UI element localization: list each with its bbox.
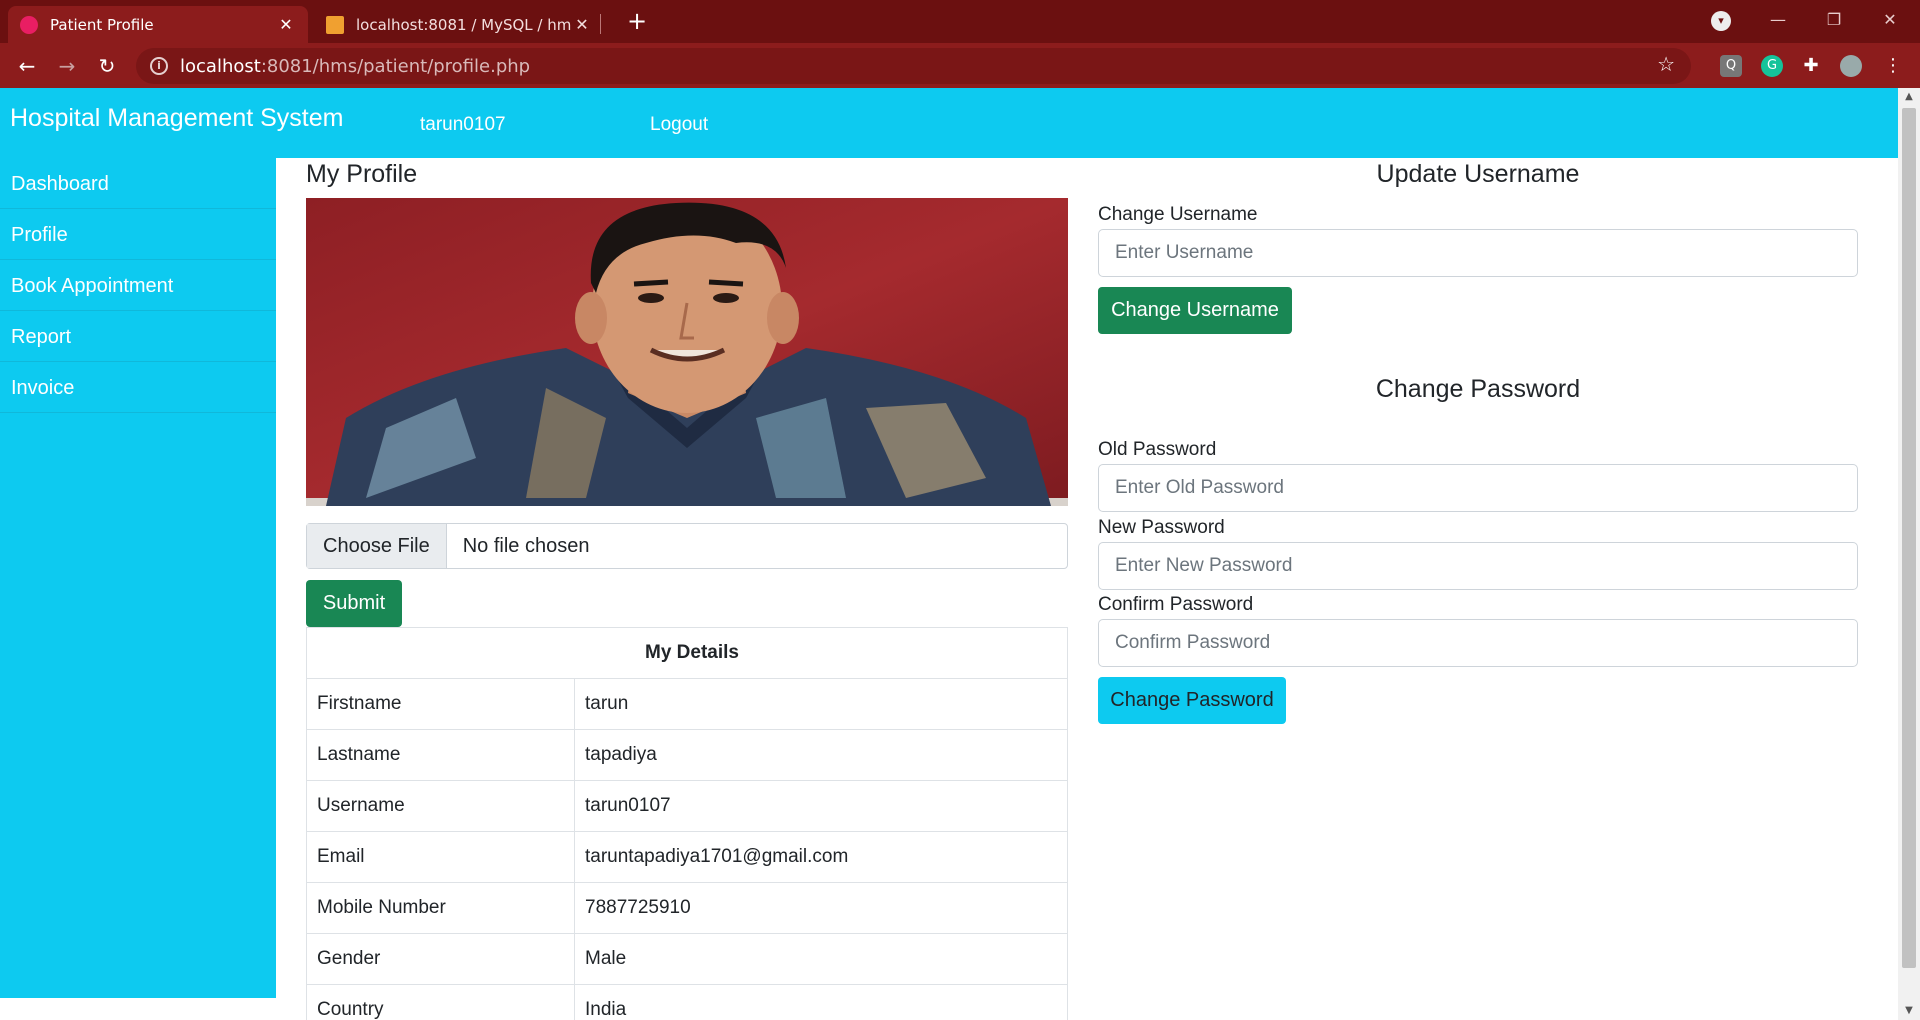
tab-separator — [600, 14, 601, 34]
page-title: My Profile — [306, 160, 418, 188]
row-label: Lastname — [306, 729, 575, 781]
row-label: Gender — [306, 933, 575, 985]
details-heading: My Details — [306, 627, 1068, 679]
table-row: Username tarun0107 — [306, 780, 1068, 832]
reload-icon[interactable]: ↻ — [92, 51, 122, 81]
row-value: 7887725910 — [574, 882, 1068, 934]
table-row: Mobile Number 7887725910 — [306, 882, 1068, 934]
change-username-button[interactable]: Change Username — [1098, 287, 1292, 334]
row-value: tarun — [574, 678, 1068, 730]
scrollbar-thumb[interactable] — [1902, 108, 1916, 968]
brand-title[interactable]: Hospital Management System — [10, 104, 343, 133]
new-password-label: New Password — [1098, 517, 1225, 538]
row-value: taruntapadiya1701@gmail.com — [574, 831, 1068, 883]
scroll-up-icon[interactable]: ▲ — [1898, 88, 1920, 106]
profile-photo-file-input[interactable]: Choose File No file chosen — [306, 523, 1068, 569]
nav-username[interactable]: tarun0107 — [420, 114, 506, 136]
tab-title: Patient Profile — [50, 15, 154, 34]
old-password-label: Old Password — [1098, 439, 1217, 460]
confirm-password-input[interactable]: Confirm Password — [1098, 619, 1858, 667]
table-row: Email taruntapadiya1701@gmail.com — [306, 831, 1068, 883]
scroll-down-icon[interactable]: ▼ — [1898, 1002, 1920, 1020]
table-row: Firstname tarun — [306, 678, 1068, 730]
update-username-heading: Update Username — [1376, 160, 1580, 188]
change-password-heading: Change Password — [1375, 375, 1581, 403]
browser-tab-strip: Patient Profile ✕ localhost:8081 / MySQL… — [0, 0, 1920, 43]
old-password-input[interactable]: Enter Old Password — [1098, 464, 1858, 512]
sidebar-item-invoice[interactable]: Invoice — [0, 362, 276, 413]
url-text: localhost:8081/hms/patient/profile.php — [180, 55, 531, 77]
page-viewport: Hospital Management System tarun0107 Log… — [0, 88, 1898, 1020]
close-tab-icon[interactable]: ✕ — [276, 15, 296, 34]
tab-patient-profile[interactable]: Patient Profile ✕ — [8, 6, 308, 43]
table-row: Country India — [306, 984, 1068, 1020]
sidebar-item-profile[interactable]: Profile — [0, 209, 276, 260]
new-password-input[interactable]: Enter New Password — [1098, 542, 1858, 590]
new-tab-plus-icon[interactable]: + — [622, 6, 652, 36]
row-label: Username — [306, 780, 575, 832]
table-row: Gender Male — [306, 933, 1068, 985]
close-window-icon[interactable]: ✕ — [1862, 0, 1918, 40]
row-label: Mobile Number — [306, 882, 575, 934]
row-value: tarun0107 — [574, 780, 1068, 832]
restore-window-icon[interactable]: ❐ — [1806, 0, 1862, 40]
file-status-text: No file chosen — [462, 534, 590, 557]
sidebar-item-dashboard[interactable]: Dashboard — [0, 158, 276, 209]
change-password-button[interactable]: Change Password — [1098, 677, 1286, 724]
extensions-puzzle-icon[interactable]: ✚ — [1800, 55, 1822, 77]
page-scrollbar[interactable]: ▲ ▼ — [1898, 88, 1920, 1020]
q-extension-icon[interactable]: Q — [1720, 55, 1742, 77]
row-label: Country — [306, 984, 575, 1020]
sidebar: Dashboard Profile Book Appointment Repor… — [0, 158, 276, 998]
nav-logout-link[interactable]: Logout — [650, 114, 708, 136]
top-navbar: Hospital Management System tarun0107 Log… — [0, 88, 1898, 158]
app-favicon-icon — [20, 15, 38, 34]
row-value: India — [574, 984, 1068, 1020]
sidebar-item-report[interactable]: Report — [0, 311, 276, 362]
row-value: Male — [574, 933, 1068, 985]
row-label: Email — [306, 831, 575, 883]
confirm-password-label: Confirm Password — [1098, 594, 1254, 615]
row-label: Firstname — [306, 678, 575, 730]
choose-file-button[interactable]: Choose File — [307, 524, 447, 568]
profile-photo — [306, 198, 1068, 506]
grammarly-extension-icon[interactable]: G — [1761, 55, 1783, 77]
tab-phpmyadmin[interactable]: localhost:8081 / MySQL / hms / i ✕ — [314, 6, 604, 43]
site-info-icon[interactable]: i — [150, 57, 168, 75]
my-details-table: My Details Firstname tarun Lastname tapadi… — [306, 627, 1068, 1020]
back-arrow-icon[interactable]: ← — [12, 51, 42, 81]
row-value: tapadiya — [574, 729, 1068, 781]
username-input[interactable]: Enter Username — [1098, 229, 1858, 277]
bookmark-star-icon[interactable]: ☆ — [1657, 52, 1675, 76]
minimize-window-icon[interactable]: — — [1750, 0, 1806, 40]
table-row: Lastname tapadiya — [306, 729, 1068, 781]
close-tab-icon[interactable]: ✕ — [572, 15, 592, 34]
address-bar[interactable]: i localhost:8081/hms/patient/profile.php… — [136, 48, 1691, 84]
submit-photo-button[interactable]: Submit — [306, 580, 402, 627]
sidebar-item-book-appointment[interactable]: Book Appointment — [0, 260, 276, 311]
tab-title: localhost:8081 / MySQL / hms / i — [356, 15, 572, 34]
forward-arrow-icon[interactable]: → — [52, 51, 82, 81]
profile-avatar[interactable] — [1840, 55, 1862, 77]
phpmyadmin-favicon-icon — [326, 15, 344, 34]
browser-toolbar: ← → ↻ i localhost:8081/hms/patient/profi… — [0, 43, 1920, 88]
tab-search-icon[interactable]: ▾ — [1711, 11, 1731, 31]
change-username-label: Change Username — [1098, 204, 1258, 225]
browser-menu-icon[interactable]: ⋮ — [1882, 55, 1904, 77]
